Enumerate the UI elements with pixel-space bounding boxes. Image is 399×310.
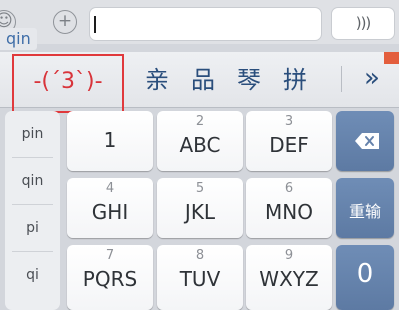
candidate-emoticon[interactable]: -(´3`)- — [12, 54, 124, 113]
key-number: 5 — [195, 181, 205, 196]
pinyin-options: pin qin pi qi — [5, 111, 60, 310]
key-9[interactable]: 9 WXYZ — [246, 245, 332, 310]
key-label: GHI — [91, 200, 129, 224]
key-number: 7 — [105, 248, 115, 263]
delete-button[interactable] — [336, 111, 394, 171]
key-number: 3 — [284, 114, 294, 129]
key-7[interactable]: 7 PQRS — [67, 245, 153, 310]
key-label: MNO — [265, 200, 313, 224]
key-number: 6 — [284, 181, 294, 196]
message-input[interactable] — [89, 7, 322, 41]
input-toolbar: ☺ + ))) — [0, 0, 399, 44]
key-0[interactable]: 0 — [336, 245, 394, 310]
key-label: TUV — [179, 267, 221, 291]
text-cursor — [94, 16, 96, 33]
voice-button[interactable]: ))) — [331, 7, 395, 40]
key-number: 2 — [195, 114, 205, 129]
pinyin-option[interactable]: qi — [12, 252, 53, 299]
candidate-item[interactable]: 拼 — [278, 52, 312, 108]
composing-pinyin: qin — [0, 28, 37, 50]
key-label: JKL — [184, 200, 216, 224]
reenter-button[interactable]: 重输 — [336, 178, 394, 238]
backspace-icon — [355, 133, 379, 149]
key-6[interactable]: 6 MNO — [246, 178, 332, 238]
corner-tag-icon — [384, 52, 399, 64]
candidate-item[interactable]: 琴 — [232, 52, 266, 108]
pinyin-option[interactable]: qin — [12, 158, 53, 205]
key-8[interactable]: 8 TUV — [157, 245, 243, 310]
key-label: WXYZ — [259, 267, 319, 291]
pinyin-option[interactable]: pi — [12, 205, 53, 252]
key-number: 4 — [105, 181, 115, 196]
key-label: DEF — [269, 133, 309, 157]
key-number: 9 — [284, 248, 294, 263]
key-label: PQRS — [82, 267, 138, 291]
key-3[interactable]: 3 DEF — [246, 111, 332, 171]
plus-icon[interactable]: + — [53, 10, 77, 34]
key-number: 8 — [195, 248, 205, 263]
key-1[interactable]: 1 — [67, 111, 153, 171]
key-label: ABC — [179, 133, 221, 157]
key-4[interactable]: 4 GHI — [67, 178, 153, 238]
key-2[interactable]: 2 ABC — [157, 111, 243, 171]
candidate-list: 亲 品 琴 拼 — [140, 52, 324, 108]
candidate-item[interactable]: 亲 — [140, 52, 174, 108]
key-5[interactable]: 5 JKL — [157, 178, 243, 238]
candidate-item[interactable]: 品 — [186, 52, 220, 108]
key-label: 0 — [356, 259, 374, 289]
reenter-label: 重输 — [348, 202, 381, 221]
key-label: 1 — [103, 128, 117, 152]
pinyin-option[interactable]: pin — [12, 111, 53, 158]
candidate-divider — [341, 66, 342, 92]
